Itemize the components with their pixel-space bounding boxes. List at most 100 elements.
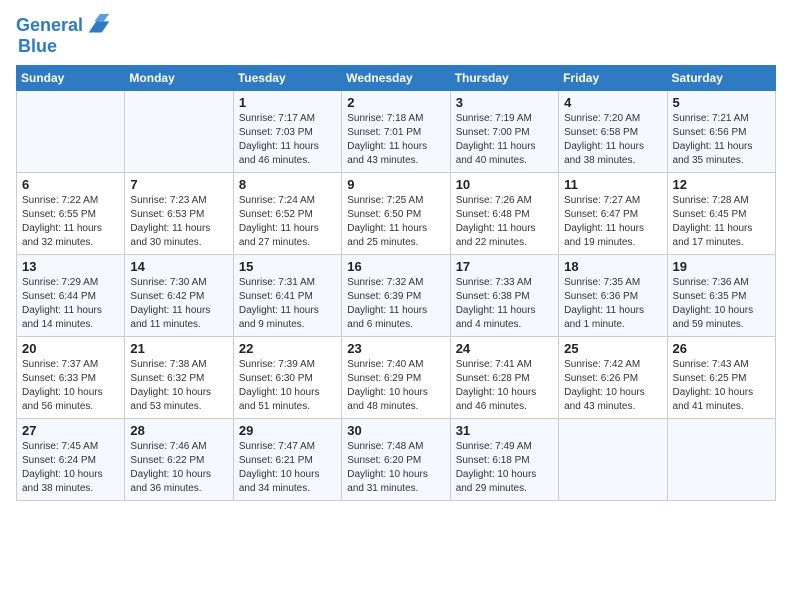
day-info: Sunrise: 7:40 AM Sunset: 6:29 PM Dayligh… xyxy=(347,358,444,414)
day-number: 12 xyxy=(673,177,770,192)
day-number: 10 xyxy=(456,177,553,192)
calendar-cell: 24 Sunrise: 7:41 AM Sunset: 6:28 PM Dayli… xyxy=(450,337,558,419)
day-number: 1 xyxy=(239,95,336,110)
day-number: 31 xyxy=(456,423,553,438)
calendar-cell: 18 Sunrise: 7:35 AM Sunset: 6:36 PM Dayli… xyxy=(559,255,667,337)
calendar-cell: 9 Sunrise: 7:25 AM Sunset: 6:50 PM Daylig… xyxy=(342,173,450,255)
calendar-cell: 4 Sunrise: 7:20 AM Sunset: 6:58 PM Daylig… xyxy=(559,91,667,173)
calendar-cell xyxy=(667,419,775,501)
calendar-cell: 1Sunrise: 7:17 AM Sunset: 7:03 PM Daylig… xyxy=(233,91,341,173)
day-info: Sunrise: 7:43 AM Sunset: 6:25 PM Dayligh… xyxy=(673,358,770,414)
day-number: 16 xyxy=(347,259,444,274)
logo-icon xyxy=(85,12,113,40)
calendar-cell: 17 Sunrise: 7:33 AM Sunset: 6:38 PM Dayli… xyxy=(450,255,558,337)
day-info: Sunrise: 7:49 AM Sunset: 6:18 PM Dayligh… xyxy=(456,440,553,496)
day-info: Sunrise: 7:33 AM Sunset: 6:38 PM Dayligh… xyxy=(456,276,553,332)
calendar-cell: 19 Sunrise: 7:36 AM Sunset: 6:35 PM Dayli… xyxy=(667,255,775,337)
day-info: Sunrise: 7:39 AM Sunset: 6:30 PM Dayligh… xyxy=(239,358,336,414)
day-info: Sunrise: 7:28 AM Sunset: 6:45 PM Dayligh… xyxy=(673,194,770,250)
calendar-cell: 22 Sunrise: 7:39 AM Sunset: 6:30 PM Dayli… xyxy=(233,337,341,419)
calendar-cell: 11 Sunrise: 7:27 AM Sunset: 6:47 PM Dayli… xyxy=(559,173,667,255)
day-info: Sunrise: 7:22 AM Sunset: 6:55 PM Dayligh… xyxy=(22,194,119,250)
day-number: 4 xyxy=(564,95,661,110)
day-number: 24 xyxy=(456,341,553,356)
day-info: Sunrise: 7:23 AM Sunset: 6:53 PM Dayligh… xyxy=(130,194,227,250)
col-header-friday: Friday xyxy=(559,66,667,91)
day-number: 30 xyxy=(347,423,444,438)
day-number: 19 xyxy=(673,259,770,274)
day-info: Sunrise: 7:29 AM Sunset: 6:44 PM Dayligh… xyxy=(22,276,119,332)
col-header-monday: Monday xyxy=(125,66,233,91)
calendar-cell: 12 Sunrise: 7:28 AM Sunset: 6:45 PM Dayli… xyxy=(667,173,775,255)
day-info: Sunrise: 7:35 AM Sunset: 6:36 PM Dayligh… xyxy=(564,276,661,332)
day-number: 22 xyxy=(239,341,336,356)
day-info: Sunrise: 7:46 AM Sunset: 6:22 PM Dayligh… xyxy=(130,440,227,496)
day-number: 23 xyxy=(347,341,444,356)
calendar-week-1: 1Sunrise: 7:17 AM Sunset: 7:03 PM Daylig… xyxy=(17,91,776,173)
calendar-cell: 3 Sunrise: 7:19 AM Sunset: 7:00 PM Daylig… xyxy=(450,91,558,173)
calendar-cell: 25Sunrise: 7:42 AM Sunset: 6:26 PM Dayli… xyxy=(559,337,667,419)
calendar-week-5: 27Sunrise: 7:45 AM Sunset: 6:24 PM Dayli… xyxy=(17,419,776,501)
calendar-cell: 16 Sunrise: 7:32 AM Sunset: 6:39 PM Dayli… xyxy=(342,255,450,337)
day-info: Sunrise: 7:19 AM Sunset: 7:00 PM Dayligh… xyxy=(456,112,553,168)
day-number: 13 xyxy=(22,259,119,274)
day-number: 25 xyxy=(564,341,661,356)
calendar-week-2: 6 Sunrise: 7:22 AM Sunset: 6:55 PM Daylig… xyxy=(17,173,776,255)
calendar-cell: 26 Sunrise: 7:43 AM Sunset: 6:25 PM Dayli… xyxy=(667,337,775,419)
day-number: 14 xyxy=(130,259,227,274)
logo: General Blue xyxy=(16,12,113,57)
calendar-cell: 6 Sunrise: 7:22 AM Sunset: 6:55 PM Daylig… xyxy=(17,173,125,255)
calendar-week-4: 20Sunrise: 7:37 AM Sunset: 6:33 PM Dayli… xyxy=(17,337,776,419)
day-info: Sunrise: 7:32 AM Sunset: 6:39 PM Dayligh… xyxy=(347,276,444,332)
calendar-cell xyxy=(559,419,667,501)
day-number: 18 xyxy=(564,259,661,274)
day-info: Sunrise: 7:25 AM Sunset: 6:50 PM Dayligh… xyxy=(347,194,444,250)
day-number: 9 xyxy=(347,177,444,192)
calendar-cell: 10Sunrise: 7:26 AM Sunset: 6:48 PM Dayli… xyxy=(450,173,558,255)
day-number: 11 xyxy=(564,177,661,192)
day-info: Sunrise: 7:36 AM Sunset: 6:35 PM Dayligh… xyxy=(673,276,770,332)
day-number: 8 xyxy=(239,177,336,192)
day-number: 3 xyxy=(456,95,553,110)
calendar-header: General Blue xyxy=(16,12,776,57)
calendar-cell: 13 Sunrise: 7:29 AM Sunset: 6:44 PM Dayli… xyxy=(17,255,125,337)
day-info: Sunrise: 7:24 AM Sunset: 6:52 PM Dayligh… xyxy=(239,194,336,250)
col-header-wednesday: Wednesday xyxy=(342,66,450,91)
calendar-cell: 7 Sunrise: 7:23 AM Sunset: 6:53 PM Daylig… xyxy=(125,173,233,255)
day-number: 21 xyxy=(130,341,227,356)
day-number: 6 xyxy=(22,177,119,192)
calendar-cell: 28 Sunrise: 7:46 AM Sunset: 6:22 PM Dayli… xyxy=(125,419,233,501)
logo-text: General xyxy=(16,16,83,36)
calendar-cell: 20Sunrise: 7:37 AM Sunset: 6:33 PM Dayli… xyxy=(17,337,125,419)
day-info: Sunrise: 7:48 AM Sunset: 6:20 PM Dayligh… xyxy=(347,440,444,496)
calendar-header-row: SundayMondayTuesdayWednesdayThursdayFrid… xyxy=(17,66,776,91)
day-info: Sunrise: 7:37 AM Sunset: 6:33 PM Dayligh… xyxy=(22,358,119,414)
calendar-cell: 29 Sunrise: 7:47 AM Sunset: 6:21 PM Dayli… xyxy=(233,419,341,501)
day-number: 5 xyxy=(673,95,770,110)
calendar-cell: 2 Sunrise: 7:18 AM Sunset: 7:01 PM Daylig… xyxy=(342,91,450,173)
calendar-cell: 27Sunrise: 7:45 AM Sunset: 6:24 PM Dayli… xyxy=(17,419,125,501)
day-info: Sunrise: 7:38 AM Sunset: 6:32 PM Dayligh… xyxy=(130,358,227,414)
day-info: Sunrise: 7:41 AM Sunset: 6:28 PM Dayligh… xyxy=(456,358,553,414)
day-number: 17 xyxy=(456,259,553,274)
calendar-cell: 14 Sunrise: 7:30 AM Sunset: 6:42 PM Dayli… xyxy=(125,255,233,337)
day-info: Sunrise: 7:30 AM Sunset: 6:42 PM Dayligh… xyxy=(130,276,227,332)
day-info: Sunrise: 7:21 AM Sunset: 6:56 PM Dayligh… xyxy=(673,112,770,168)
day-info: Sunrise: 7:27 AM Sunset: 6:47 PM Dayligh… xyxy=(564,194,661,250)
col-header-saturday: Saturday xyxy=(667,66,775,91)
calendar-table: SundayMondayTuesdayWednesdayThursdayFrid… xyxy=(16,65,776,501)
day-number: 7 xyxy=(130,177,227,192)
day-info: Sunrise: 7:20 AM Sunset: 6:58 PM Dayligh… xyxy=(564,112,661,168)
col-header-sunday: Sunday xyxy=(17,66,125,91)
day-info: Sunrise: 7:47 AM Sunset: 6:21 PM Dayligh… xyxy=(239,440,336,496)
calendar-cell: 21 Sunrise: 7:38 AM Sunset: 6:32 PM Dayli… xyxy=(125,337,233,419)
day-info: Sunrise: 7:18 AM Sunset: 7:01 PM Dayligh… xyxy=(347,112,444,168)
calendar-cell: 8 Sunrise: 7:24 AM Sunset: 6:52 PM Daylig… xyxy=(233,173,341,255)
day-number: 29 xyxy=(239,423,336,438)
day-number: 2 xyxy=(347,95,444,110)
day-number: 15 xyxy=(239,259,336,274)
calendar-cell: 5 Sunrise: 7:21 AM Sunset: 6:56 PM Daylig… xyxy=(667,91,775,173)
day-info: Sunrise: 7:45 AM Sunset: 6:24 PM Dayligh… xyxy=(22,440,119,496)
day-number: 26 xyxy=(673,341,770,356)
day-number: 28 xyxy=(130,423,227,438)
